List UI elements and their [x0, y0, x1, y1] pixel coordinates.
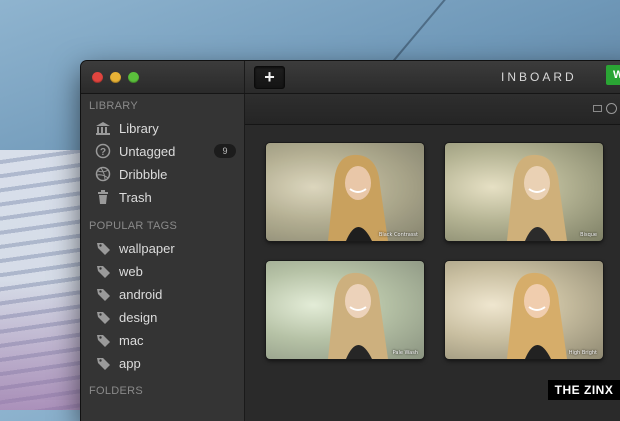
library-heading: LIBRARY — [89, 100, 138, 112]
sidebar-item-untagged[interactable]: ? Untagged — [95, 141, 175, 161]
image-thumbnail[interactable]: High Bright — [445, 261, 603, 359]
image-thumbnail[interactable]: Black Contrasst — [266, 143, 424, 241]
tag-label: design — [119, 309, 158, 325]
thumbnail-size-slider[interactable] — [606, 103, 617, 114]
folders-heading: FOLDERS — [89, 385, 144, 397]
sidebar-item-label: Dribbble — [119, 166, 168, 182]
tag-icon — [95, 355, 111, 371]
thumbnail-caption: Pale Wash — [392, 350, 418, 356]
tag-icon — [95, 332, 111, 348]
close-window-button[interactable] — [92, 72, 103, 83]
question-icon: ? — [95, 143, 111, 159]
maximize-window-button[interactable] — [128, 72, 139, 83]
minimize-window-button[interactable] — [110, 72, 121, 83]
svg-text:?: ? — [100, 147, 106, 158]
tag-item-app[interactable]: app — [95, 353, 141, 373]
sidebar-item-label: Library — [119, 120, 159, 136]
tag-label: mac — [119, 332, 144, 348]
tag-item-android[interactable]: android — [95, 284, 162, 304]
title-bar: + INBOARD W — [81, 61, 620, 94]
photo — [445, 261, 603, 359]
dribbble-icon — [95, 166, 111, 182]
trash-icon — [95, 189, 111, 205]
tag-label: web — [119, 263, 143, 279]
sidebar-item-trash[interactable]: Trash — [95, 187, 152, 207]
untagged-count-badge: 9 — [214, 144, 236, 158]
tag-icon — [95, 309, 111, 325]
thumbnail-size-icon — [593, 105, 602, 112]
green-action-button[interactable]: W — [606, 65, 620, 85]
tag-item-design[interactable]: design — [95, 307, 157, 327]
sidebar: LIBRARY Library ? Untagged 9 Dribbble Tr… — [81, 94, 245, 421]
image-grid: Black Contrasst Bisque Pale Wash High Br… — [245, 125, 620, 421]
tag-item-mac[interactable]: mac — [95, 330, 144, 350]
thumbnail-caption: Bisque — [580, 232, 597, 238]
tag-label: app — [119, 355, 141, 371]
tag-icon — [95, 240, 111, 256]
tag-label: android — [119, 286, 163, 302]
add-button[interactable]: + — [254, 66, 285, 89]
thumbnail-caption: High Bright — [568, 350, 597, 356]
app-title: INBOARD — [501, 70, 577, 84]
sidebar-item-library[interactable]: Library — [95, 118, 159, 138]
tag-icon — [95, 263, 111, 279]
inboard-window: + INBOARD W LIBRARY Library ? Untagged 9… — [81, 61, 620, 421]
library-icon — [95, 120, 111, 136]
watermark: THE ZINX — [548, 380, 620, 400]
popular-tags-heading: POPULAR TAGS — [89, 220, 178, 232]
photo — [266, 143, 424, 241]
tag-label: wallpaper — [119, 240, 175, 256]
sidebar-item-label: Untagged — [119, 143, 176, 159]
photo — [445, 143, 603, 241]
tag-item-wallpaper[interactable]: wallpaper — [95, 238, 175, 258]
photo — [266, 261, 424, 359]
sidebar-item-label: Trash — [119, 189, 152, 205]
tag-item-web[interactable]: web — [95, 261, 143, 281]
image-thumbnail[interactable]: Bisque — [445, 143, 603, 241]
tag-icon — [95, 286, 111, 302]
image-thumbnail[interactable]: Pale Wash — [266, 261, 424, 359]
view-toolbar — [245, 94, 620, 125]
title-divider — [244, 61, 245, 93]
thumbnail-caption: Black Contrasst — [378, 232, 418, 238]
sidebar-item-dribbble[interactable]: Dribbble — [95, 164, 167, 184]
